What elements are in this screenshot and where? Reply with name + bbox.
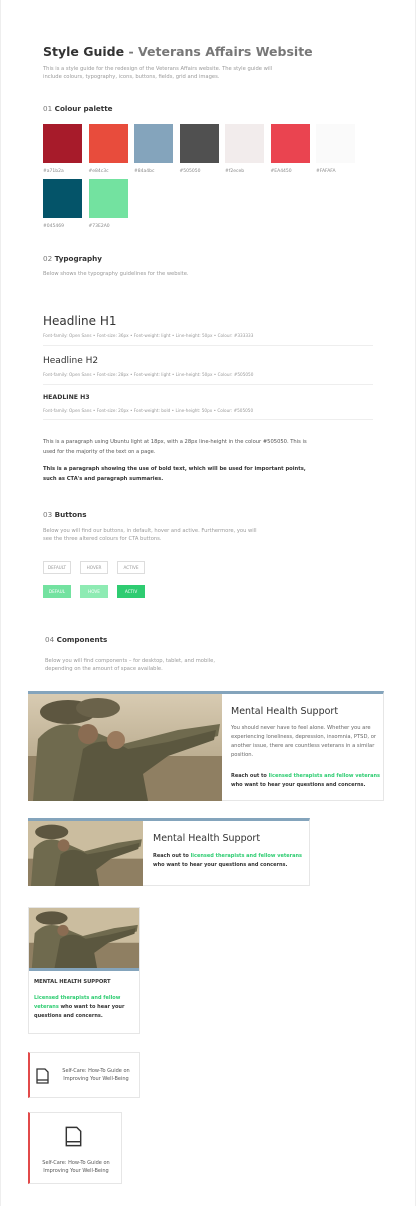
card-cta: Reach out to licensed therapists and fel… — [231, 773, 381, 788]
guide-text: Self-Care: How-To Guide on Improving You… — [62, 1068, 130, 1082]
h1-spec: Font-family: Open Sans • Font-size: 36px… — [43, 333, 254, 338]
colour-swatch-label: #045469 — [43, 224, 64, 229]
colour-swatch-label: #a71b2a — [43, 169, 64, 174]
active-cta-button[interactable]: ACTIV — [117, 585, 145, 598]
divider — [43, 384, 373, 385]
typography-description: Below shows the typography guidelines fo… — [43, 271, 189, 277]
colour-swatch — [88, 124, 128, 163]
mobile-card-title: MENTAL HEALTH SUPPORT — [34, 979, 111, 985]
card-text: You should never have to feel alone. Whe… — [231, 725, 377, 758]
card-title: Mental Health Support — [153, 833, 261, 844]
colour-swatch — [270, 124, 310, 163]
cta-link[interactable]: licensed therapists and fellow veterans — [191, 853, 302, 859]
colour-swatch — [316, 124, 355, 163]
colour-swatch-label: #FAFAFA — [316, 169, 336, 174]
colour-swatch-label: #EA4450 — [270, 169, 292, 174]
soldiers-photo — [29, 908, 139, 971]
colour-swatch-label: #505050 — [179, 169, 201, 174]
section-title-typography: 02 Typography — [43, 254, 102, 263]
colour-swatch-label: #84a4bc — [134, 169, 155, 174]
colour-swatch — [88, 179, 128, 218]
default-cta-button[interactable]: DEFAUL — [43, 585, 71, 598]
mobile-card-cta: Licensed therapists and fellow veterans … — [34, 995, 125, 1019]
soldiers-photo-illustration — [28, 821, 143, 886]
hover-cta-button[interactable]: HOVE — [80, 585, 108, 598]
soldiers-photo — [28, 821, 143, 886]
colour-swatch — [225, 124, 264, 163]
desktop-card[interactable]: Mental Health Support You should never h… — [28, 691, 384, 801]
colour-swatch-label: #e84c3c — [88, 169, 109, 174]
cta-link[interactable]: licensed therapists and fellow veterans — [269, 773, 380, 779]
hover-button[interactable]: HOVER — [80, 561, 108, 574]
tablet-card[interactable]: Mental Health Support Reach out to licen… — [28, 818, 310, 886]
page-title: Style Guide - Veterans Affairs Website — [43, 44, 313, 59]
guide-text: Self-Care: How-To Guide on Improving You… — [42, 1160, 110, 1174]
colour-swatch — [134, 124, 173, 163]
mobile-card[interactable]: MENTAL HEALTH SUPPORT Licensed therapist… — [28, 907, 140, 1034]
colour-swatch-label: #73E2A0 — [88, 224, 110, 229]
h3-spec: Font-family: Open Sans • Font-size: 20px… — [43, 408, 254, 413]
section-title-components: 04 Components — [45, 635, 108, 644]
components-description: Below you will find components – for des… — [45, 658, 215, 672]
headline-h3-sample: HEADLINE H3 — [43, 394, 90, 401]
active-button[interactable]: ACTIVE — [117, 561, 145, 574]
style-guide-page: Style Guide - Veterans Affairs Website T… — [0, 0, 416, 1206]
h2-spec: Font-family: Open Sans • Font-size: 28px… — [43, 372, 254, 377]
soldiers-photo — [28, 694, 222, 801]
card-title: Mental Health Support — [231, 706, 339, 717]
colour-swatch — [179, 124, 219, 163]
colour-swatch — [43, 124, 82, 163]
colour-swatch-label: #f2eceb — [225, 169, 245, 174]
guide-tile-horizontal[interactable]: Self-Care: How-To Guide on Improving You… — [28, 1052, 140, 1098]
soldiers-photo-illustration — [29, 908, 139, 968]
headline-h2-sample: Headline H2 — [43, 356, 99, 366]
bold-paragraph-sample: This is a paragraph showing the use of b… — [43, 466, 306, 482]
guide-tile-vertical[interactable]: Self-Care: How-To Guide on Improving You… — [28, 1112, 122, 1184]
headline-h1-sample: Headline H1 — [43, 314, 117, 328]
soldiers-photo-illustration — [28, 694, 222, 801]
intro-text: This is a style guide for the redesign o… — [43, 66, 273, 80]
document-icon — [65, 1126, 82, 1151]
card-cta: Reach out to licensed therapists and fel… — [153, 853, 303, 868]
divider — [43, 345, 373, 346]
paragraph-sample: This is a paragraph using Ubuntu light a… — [43, 439, 307, 455]
default-button[interactable]: DEFAULT — [43, 561, 71, 574]
section-title-buttons: 03 Buttons — [43, 510, 87, 519]
colour-swatch — [43, 179, 82, 218]
buttons-description: Below you will find our buttons, in defa… — [43, 528, 257, 542]
section-title-colour-palette: 01 Colour palette — [43, 104, 113, 113]
divider — [43, 419, 373, 420]
document-icon — [36, 1068, 49, 1088]
